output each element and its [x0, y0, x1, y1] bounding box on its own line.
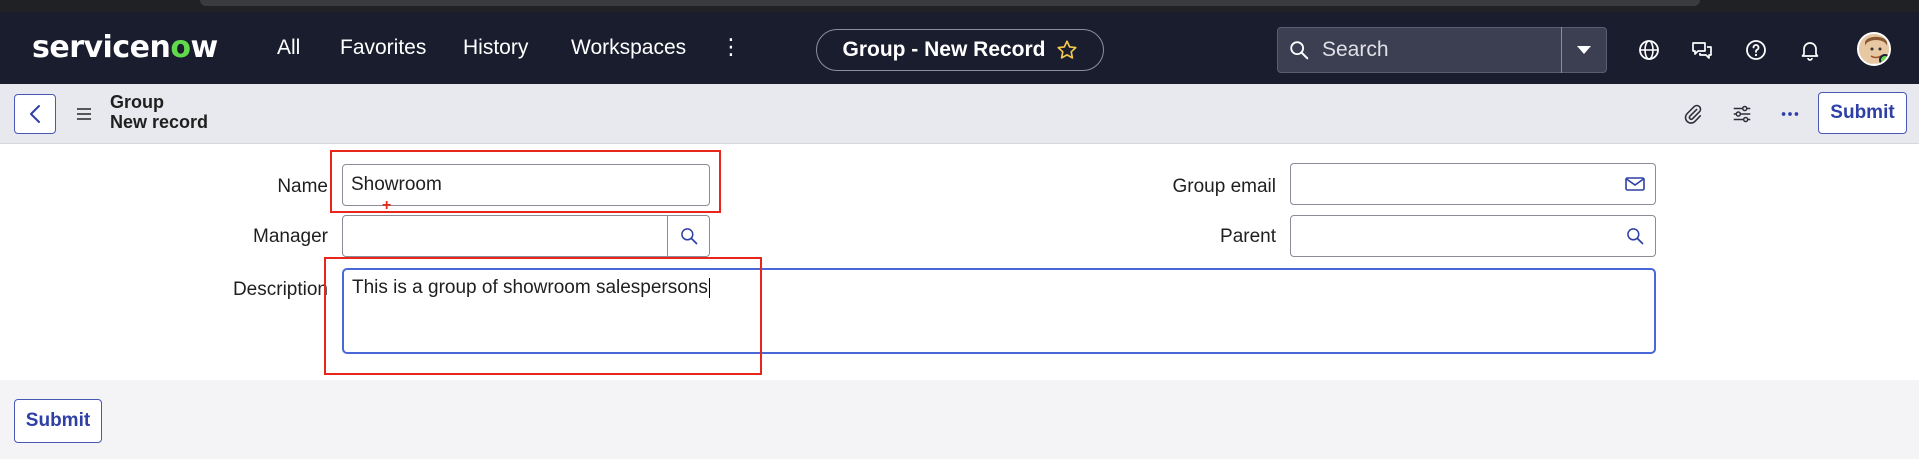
- form-title: Group New record: [110, 92, 208, 132]
- nav-all[interactable]: All: [277, 36, 300, 60]
- manager-field[interactable]: [342, 215, 668, 257]
- nav-workspaces[interactable]: Workspaces: [571, 36, 686, 60]
- bell-icon[interactable]: [1798, 38, 1822, 62]
- description-label: Description: [232, 279, 328, 300]
- search-icon: [1626, 228, 1643, 245]
- nav-favorites[interactable]: Favorites: [340, 36, 426, 60]
- back-button[interactable]: [14, 94, 56, 134]
- envelope-icon: [1624, 177, 1645, 191]
- help-icon[interactable]: [1744, 38, 1768, 62]
- top-navbar: servicenow All Favorites History Workspa…: [0, 12, 1919, 84]
- chat-icon[interactable]: [1690, 38, 1714, 62]
- parent-lookup-button[interactable]: [1614, 215, 1656, 257]
- search-scope-dropdown[interactable]: [1562, 27, 1606, 73]
- hamburger-menu-icon[interactable]: [75, 105, 93, 123]
- submit-button-bottom[interactable]: Submit: [14, 399, 102, 443]
- manager-lookup-button[interactable]: [668, 215, 710, 257]
- caret-down-icon: [1577, 46, 1591, 54]
- search-icon: [1290, 41, 1309, 60]
- parent-label: Parent: [1220, 226, 1276, 247]
- search-icon: [680, 228, 697, 245]
- browser-strip-notch: [200, 0, 1700, 6]
- presence-dot: [1879, 54, 1889, 64]
- form-subtitle: New record: [110, 112, 209, 132]
- browser-top-strip: [0, 0, 1919, 12]
- global-search[interactable]: Search: [1277, 27, 1607, 73]
- user-avatar[interactable]: [1857, 32, 1891, 66]
- sliders-icon[interactable]: [1731, 103, 1753, 125]
- parent-field[interactable]: [1290, 215, 1615, 257]
- servicenow-logo[interactable]: servicenow: [32, 30, 218, 65]
- globe-icon[interactable]: [1637, 38, 1661, 62]
- group-email-field[interactable]: [1290, 163, 1615, 205]
- submit-button-top[interactable]: Submit: [1818, 92, 1907, 134]
- manager-label: Manager: [253, 226, 328, 247]
- email-button[interactable]: [1614, 163, 1656, 205]
- form-header: Group New record Submit: [0, 84, 1919, 144]
- group-email-label: Group email: [1172, 176, 1277, 197]
- more-menu-icon[interactable]: ⋮: [720, 36, 742, 58]
- more-horizontal-icon[interactable]: [1779, 103, 1801, 125]
- name-field[interactable]: Showroom: [342, 164, 710, 206]
- record-title: Group - New Record: [842, 38, 1046, 61]
- favorite-star-icon[interactable]: [1056, 39, 1078, 61]
- text-caret: [708, 277, 710, 298]
- nav-history[interactable]: History: [463, 36, 528, 60]
- form-body: Name Showroom Manager Description This i…: [0, 144, 1919, 380]
- search-placeholder[interactable]: Search: [1322, 38, 1561, 62]
- chevron-left-icon: [30, 105, 40, 123]
- name-label: Name: [277, 176, 328, 197]
- description-field[interactable]: This is a group of showroom salespersons: [342, 268, 1656, 354]
- record-title-pill[interactable]: Group - New Record: [816, 29, 1104, 71]
- crosshair-marker: +: [382, 197, 392, 214]
- description-text: This is a group of showroom salespersons: [352, 277, 708, 298]
- form-table-name: Group: [110, 92, 164, 112]
- paperclip-icon[interactable]: [1682, 103, 1704, 125]
